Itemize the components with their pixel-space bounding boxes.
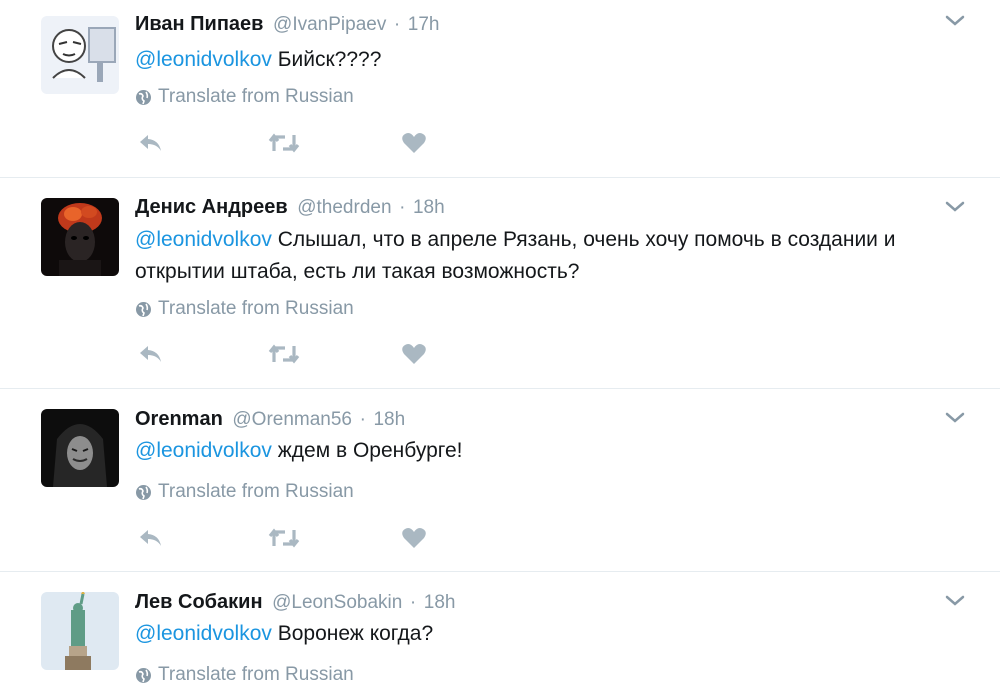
- tweet-body: ждем в Оренбурге!: [271, 439, 463, 462]
- tweet-text: @leonidvolkov Бийск????: [135, 44, 965, 76]
- username[interactable]: @IvanPipaev: [273, 14, 386, 35]
- tweet-text: @leonidvolkov ждем в Оренбурге!: [135, 435, 965, 467]
- display-name[interactable]: Orenman: [135, 408, 223, 430]
- translate-link[interactable]: Translate from Russian: [135, 298, 354, 320]
- tweet[interactable]: Orenman @Orenman56 · 18h @leonidvolkov ж…: [0, 389, 1000, 572]
- translate-link[interactable]: Translate from Russian: [135, 664, 354, 686]
- tweet[interactable]: Денис Андреев @thedrden · 18h @leonidvol…: [0, 178, 1000, 389]
- separator-dot: ·: [393, 14, 401, 35]
- avatar-image: [41, 198, 119, 276]
- timestamp[interactable]: 18h: [424, 592, 456, 613]
- heart-icon[interactable]: [401, 342, 427, 366]
- display-name[interactable]: Денис Андреев: [135, 196, 288, 218]
- tweet[interactable]: Иван Пипаев @IvanPipaev · 17h @leonidvol…: [0, 0, 1000, 178]
- heart-icon[interactable]: [401, 526, 427, 550]
- translate-label: Translate from Russian: [158, 86, 354, 107]
- globe-icon: [136, 484, 151, 500]
- display-name[interactable]: Лев Собакин: [135, 591, 263, 613]
- reply-icon[interactable]: [137, 526, 165, 550]
- reply-icon[interactable]: [137, 131, 165, 155]
- username[interactable]: @LeonSobakin: [272, 592, 402, 613]
- username[interactable]: @thedrden: [297, 197, 391, 218]
- separator-dot: ·: [359, 409, 366, 430]
- tweet-body: Бийск????: [271, 48, 382, 71]
- heart-icon[interactable]: [401, 131, 427, 155]
- avatar-image: [41, 16, 119, 94]
- display-name[interactable]: Иван Пипаев: [135, 13, 263, 35]
- chevron-down-icon[interactable]: [944, 594, 966, 608]
- avatar[interactable]: [41, 409, 119, 487]
- timestamp[interactable]: 18h: [373, 409, 405, 430]
- mention-link[interactable]: @leonidvolkov: [135, 622, 272, 645]
- avatar-image: [41, 592, 119, 670]
- avatar[interactable]: [41, 592, 119, 670]
- avatar[interactable]: [41, 198, 119, 276]
- reply-icon[interactable]: [137, 342, 165, 366]
- tweet-body: Воронеж когда?: [271, 622, 434, 645]
- mention-link[interactable]: @leonidvolkov: [135, 228, 272, 251]
- globe-icon: [136, 667, 151, 683]
- retweet-icon[interactable]: [267, 131, 301, 155]
- tweet-text: @leonidvolkov Слышал, что в апреле Рязан…: [135, 224, 965, 288]
- mention-link[interactable]: @leonidvolkov: [135, 439, 272, 462]
- chevron-down-icon[interactable]: [944, 411, 966, 425]
- translate-label: Translate from Russian: [158, 481, 354, 502]
- timestamp[interactable]: 17h: [408, 14, 440, 35]
- translate-label: Translate from Russian: [158, 664, 354, 685]
- timestamp[interactable]: 18h: [413, 197, 445, 218]
- chevron-down-icon[interactable]: [944, 200, 966, 214]
- retweet-icon[interactable]: [267, 342, 301, 366]
- separator-dot: ·: [409, 592, 417, 613]
- username[interactable]: @Orenman56: [232, 409, 352, 430]
- tweet-text: @leonidvolkov Воронеж когда?: [135, 618, 965, 650]
- chevron-down-icon[interactable]: [944, 14, 966, 28]
- translate-label: Translate from Russian: [158, 298, 354, 319]
- tweet[interactable]: Лев Собакин @LeonSobakin · 18h @leonidvo…: [0, 572, 1000, 690]
- globe-icon: [136, 301, 151, 317]
- avatar-image: [41, 409, 119, 487]
- retweet-icon[interactable]: [267, 526, 301, 550]
- mention-link[interactable]: @leonidvolkov: [135, 48, 272, 71]
- avatar[interactable]: [41, 16, 119, 94]
- translate-link[interactable]: Translate from Russian: [135, 86, 354, 108]
- translate-link[interactable]: Translate from Russian: [135, 481, 354, 503]
- separator-dot: ·: [399, 197, 406, 218]
- globe-icon: [136, 89, 151, 105]
